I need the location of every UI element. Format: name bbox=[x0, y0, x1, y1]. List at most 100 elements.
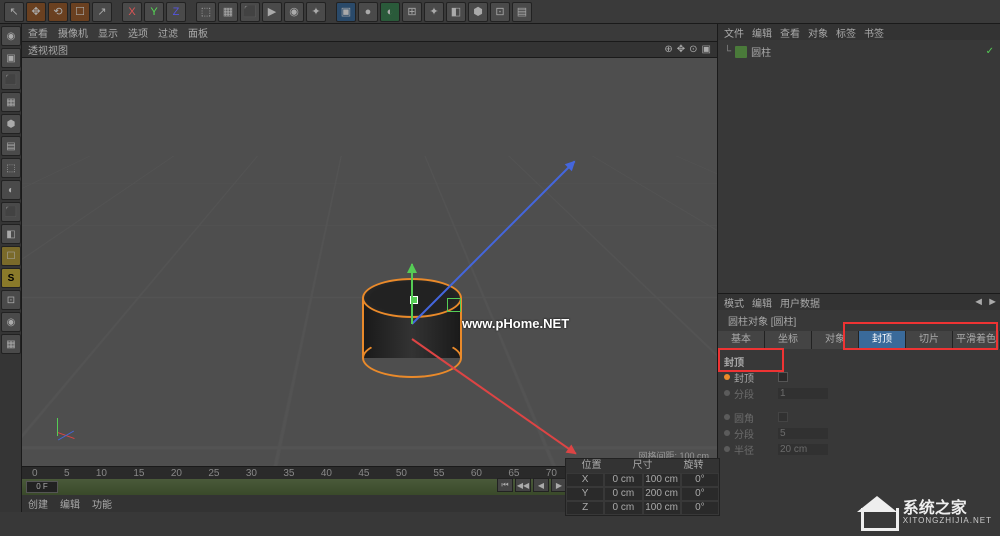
lt-5[interactable]: ▤ bbox=[1, 136, 21, 156]
tb-icon-0[interactable]: ⬚ bbox=[196, 2, 216, 22]
om-object[interactable]: 对象 bbox=[808, 25, 828, 40]
tab-object[interactable]: 对象 bbox=[812, 331, 859, 349]
lt-9[interactable]: ◧ bbox=[1, 224, 21, 244]
render-icon[interactable]: ▶ bbox=[262, 2, 282, 22]
perspective-viewport[interactable]: www.pHome.NET 网格间距: 100 cm bbox=[22, 58, 717, 466]
lt-12[interactable]: ⊡ bbox=[1, 290, 21, 310]
lt-2[interactable]: ⬛ bbox=[1, 70, 21, 90]
watermark-text: www.pHome.NET bbox=[462, 316, 569, 331]
tab-create[interactable]: 创建 bbox=[28, 496, 48, 511]
tab-coord[interactable]: 坐标 bbox=[765, 331, 812, 349]
lt-8[interactable]: ⬛ bbox=[1, 202, 21, 222]
fillet-seg-input[interactable]: 5 bbox=[778, 428, 828, 439]
goto-start-button[interactable]: ⏮ bbox=[497, 478, 513, 492]
rotate-tool[interactable]: ⟲ bbox=[48, 2, 68, 22]
prev-key-button[interactable]: ◀◀ bbox=[515, 478, 531, 492]
select-tool[interactable]: ↖ bbox=[4, 2, 24, 22]
xz-plane-handle[interactable] bbox=[447, 298, 461, 312]
attr-mode[interactable]: 模式 bbox=[724, 295, 744, 310]
tb-icon-7[interactable]: ● bbox=[358, 2, 378, 22]
tab-caps[interactable]: 封顶 bbox=[859, 331, 906, 349]
lt-3[interactable]: ▦ bbox=[1, 92, 21, 112]
cap-seg-input[interactable]: 1 bbox=[778, 388, 828, 399]
attr-tabs: 基本 坐标 对象 封顶 切片 平滑着色 bbox=[718, 331, 1000, 349]
tb-icon-12[interactable]: ⬢ bbox=[468, 2, 488, 22]
primitive-icon[interactable]: ▣ bbox=[336, 2, 356, 22]
tab-phong[interactable]: 平滑着色 bbox=[953, 331, 1000, 349]
rot-h[interactable]: 0° bbox=[682, 474, 718, 486]
vp-zoom-icon[interactable]: ⊙ bbox=[689, 44, 697, 55]
size-x[interactable]: 100 cm bbox=[644, 474, 680, 486]
play-back-button[interactable]: ◀ bbox=[533, 478, 549, 492]
tb-icon-4[interactable]: ◉ bbox=[284, 2, 304, 22]
viewport-name: 透视视图 bbox=[28, 42, 68, 57]
vp-panel[interactable]: 面板 bbox=[188, 25, 208, 40]
size-z[interactable]: 100 cm bbox=[644, 502, 680, 514]
fillet-checkbox[interactable] bbox=[778, 412, 788, 422]
vp-filter[interactable]: 过滤 bbox=[158, 25, 178, 40]
vp-display[interactable]: 显示 bbox=[98, 25, 118, 40]
attr-nav-icon[interactable]: ◄ ► bbox=[973, 296, 998, 308]
om-file[interactable]: 文件 bbox=[724, 25, 744, 40]
tb-icon-14[interactable]: ▤ bbox=[512, 2, 532, 22]
x-axis-toggle[interactable]: X bbox=[122, 2, 142, 22]
tab-slice[interactable]: 切片 bbox=[906, 331, 953, 349]
rot-header: 旋转 bbox=[668, 459, 719, 473]
tb-icon-5[interactable]: ✦ bbox=[306, 2, 326, 22]
lt-10[interactable]: ☐ bbox=[1, 246, 21, 266]
vp-camera[interactable]: 摄像机 bbox=[58, 25, 88, 40]
lt-6[interactable]: ⬚ bbox=[1, 158, 21, 178]
lt-1[interactable]: ▣ bbox=[1, 48, 21, 68]
size-y[interactable]: 200 cm bbox=[644, 488, 680, 500]
pos-z[interactable]: 0 cm bbox=[605, 502, 641, 514]
z-axis-toggle[interactable]: Z bbox=[166, 2, 186, 22]
vp-options[interactable]: 选项 bbox=[128, 25, 148, 40]
tb-icon-1[interactable]: ▦ bbox=[218, 2, 238, 22]
tab-func[interactable]: 功能 bbox=[92, 496, 112, 511]
attr-edit[interactable]: 编辑 bbox=[752, 295, 772, 310]
vp-max-icon[interactable]: ▣ bbox=[702, 44, 711, 55]
lt-7[interactable]: ◐ bbox=[1, 180, 21, 200]
object-tree-item[interactable]: └ 圆柱 ✓ bbox=[718, 40, 1000, 63]
pos-x[interactable]: 0 cm bbox=[605, 474, 641, 486]
caps-section-label: 封顶 bbox=[724, 354, 744, 369]
lt-13[interactable]: ◉ bbox=[1, 312, 21, 332]
last-tool[interactable]: ↗ bbox=[92, 2, 112, 22]
pos-y[interactable]: 0 cm bbox=[605, 488, 641, 500]
object-name[interactable]: 圆柱 bbox=[751, 44, 771, 59]
tb-icon-13[interactable]: ⊡ bbox=[490, 2, 510, 22]
site-watermark: 系统之家 XITONGZHIJIA.NET bbox=[857, 496, 992, 530]
lt-4[interactable]: ⬢ bbox=[1, 114, 21, 134]
vp-nav-icon[interactable]: ⊕ bbox=[664, 44, 672, 55]
lt-s[interactable]: S bbox=[1, 268, 21, 288]
scale-tool[interactable]: ☐ bbox=[70, 2, 90, 22]
fillet-seg-label: 分段 bbox=[734, 426, 774, 441]
y-axis-toggle[interactable]: Y bbox=[144, 2, 164, 22]
om-view[interactable]: 查看 bbox=[780, 25, 800, 40]
rot-b[interactable]: 0° bbox=[682, 502, 718, 514]
om-tags[interactable]: 标签 bbox=[836, 25, 856, 40]
rot-p[interactable]: 0° bbox=[682, 488, 718, 500]
lt-0[interactable]: ◉ bbox=[1, 26, 21, 46]
fillet-rad-input[interactable]: 20 cm bbox=[778, 444, 828, 455]
coordinates-panel: 位置 尺寸 旋转 X0 cm100 cm0° Y0 cm200 cm0° Z0 … bbox=[565, 458, 720, 516]
fillet-checkbox-label: 圆角 bbox=[734, 410, 774, 425]
vp-pan-icon[interactable]: ✥ bbox=[677, 44, 685, 55]
om-edit[interactable]: 编辑 bbox=[752, 25, 772, 40]
om-bookmarks[interactable]: 书签 bbox=[864, 25, 884, 40]
attr-userdata[interactable]: 用户数据 bbox=[780, 295, 820, 310]
tb-icon-9[interactable]: ⊞ bbox=[402, 2, 422, 22]
y-axis-gizmo[interactable] bbox=[411, 264, 413, 324]
tb-icon-8[interactable]: ◐ bbox=[380, 2, 400, 22]
tab-edit[interactable]: 编辑 bbox=[60, 496, 80, 511]
lt-14[interactable]: ▦ bbox=[1, 334, 21, 354]
tb-icon-10[interactable]: ✦ bbox=[424, 2, 444, 22]
tb-icon-11[interactable]: ◧ bbox=[446, 2, 466, 22]
vp-view[interactable]: 查看 bbox=[28, 25, 48, 40]
tb-icon-2[interactable]: ⬛ bbox=[240, 2, 260, 22]
tab-basic[interactable]: 基本 bbox=[718, 331, 765, 349]
cap-checkbox[interactable] bbox=[778, 372, 788, 382]
move-tool[interactable]: ✥ bbox=[26, 2, 46, 22]
attr-object-title: 圆柱对象 [圆柱] bbox=[728, 313, 796, 328]
frame-start-input[interactable]: 0 F bbox=[26, 481, 58, 493]
